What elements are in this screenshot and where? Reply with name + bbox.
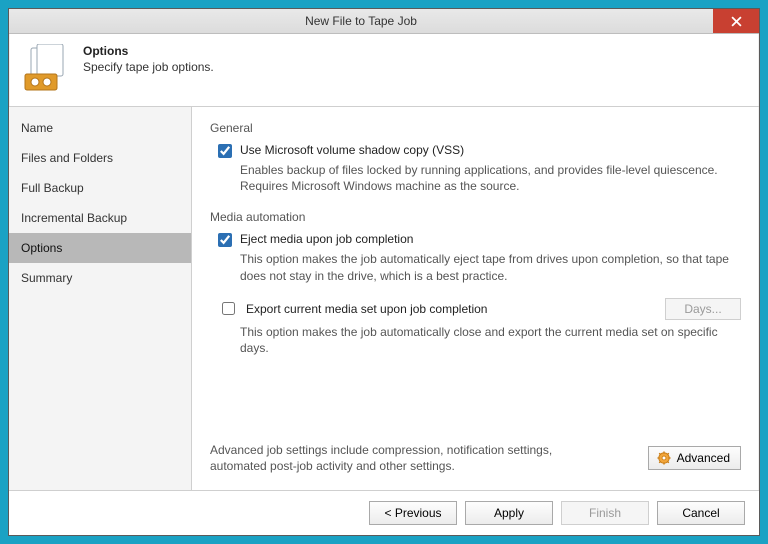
dialog-frame: New File to Tape Job Options Specify tap…	[8, 8, 760, 536]
advanced-button[interactable]: Advanced	[648, 446, 741, 470]
export-row: Export current media set upon job comple…	[218, 298, 741, 320]
close-button[interactable]	[713, 9, 759, 33]
tape-job-icon	[23, 44, 71, 92]
sidebar-item-files-and-folders[interactable]: Files and Folders	[9, 143, 191, 173]
advanced-row: Advanced job settings include compressio…	[210, 442, 741, 482]
export-label: Export current media set upon job comple…	[246, 302, 657, 316]
export-checkbox[interactable]	[222, 302, 235, 315]
content-pane: General Use Microsoft volume shadow copy…	[192, 107, 759, 490]
titlebar: New File to Tape Job	[9, 9, 759, 34]
vss-label: Use Microsoft volume shadow copy (VSS)	[240, 143, 464, 157]
page-title: Options	[83, 44, 214, 58]
spacer	[210, 368, 741, 442]
close-icon	[731, 16, 742, 27]
vss-checkbox[interactable]	[218, 144, 232, 158]
advanced-text: Advanced job settings include compressio…	[210, 442, 600, 474]
header: Options Specify tape job options.	[9, 34, 759, 107]
sidebar-item-name[interactable]: Name	[9, 113, 191, 143]
header-text: Options Specify tape job options.	[83, 44, 214, 74]
vss-row[interactable]: Use Microsoft volume shadow copy (VSS)	[218, 143, 741, 158]
finish-button: Finish	[561, 501, 649, 525]
wizard-sidebar: Name Files and Folders Full Backup Incre…	[9, 107, 192, 490]
window-title: New File to Tape Job	[9, 9, 713, 33]
page-subtitle: Specify tape job options.	[83, 60, 214, 74]
gear-icon	[657, 451, 671, 465]
apply-button[interactable]: Apply	[465, 501, 553, 525]
footer: < Previous Apply Finish Cancel	[9, 490, 759, 535]
advanced-button-label: Advanced	[677, 451, 730, 465]
sidebar-item-options[interactable]: Options	[9, 233, 191, 263]
cancel-button[interactable]: Cancel	[657, 501, 745, 525]
body: Name Files and Folders Full Backup Incre…	[9, 107, 759, 490]
days-button: Days...	[665, 298, 741, 320]
eject-checkbox[interactable]	[218, 233, 232, 247]
section-media-automation: Media automation	[210, 210, 741, 224]
sidebar-item-incremental-backup[interactable]: Incremental Backup	[9, 203, 191, 233]
vss-description: Enables backup of files locked by runnin…	[240, 162, 740, 194]
eject-row[interactable]: Eject media upon job completion	[218, 232, 741, 247]
eject-label: Eject media upon job completion	[240, 232, 413, 246]
export-description: This option makes the job automatically …	[240, 324, 741, 356]
sidebar-item-summary[interactable]: Summary	[9, 263, 191, 293]
sidebar-item-full-backup[interactable]: Full Backup	[9, 173, 191, 203]
eject-description: This option makes the job automatically …	[240, 251, 740, 283]
previous-button[interactable]: < Previous	[369, 501, 457, 525]
section-general: General	[210, 121, 741, 135]
